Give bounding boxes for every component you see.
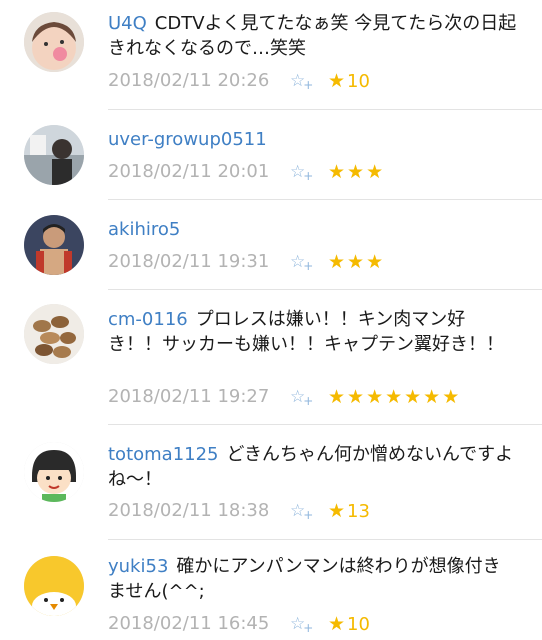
star-count: 10 — [347, 71, 370, 92]
star-icon: ★★★★★★★ — [328, 386, 462, 408]
star-rating: ★★★ — [328, 161, 385, 183]
comment-item: totoma1125 どきんちゃん何か憎めないんですよね〜！ 2018/02/11… — [0, 425, 542, 540]
username-link[interactable]: cm-0116 — [108, 309, 188, 330]
timestamp: 2018/02/11 20:01 — [108, 161, 270, 182]
username-link[interactable]: totoma1125 — [108, 444, 219, 465]
timestamp: 2018/02/11 19:27 — [108, 386, 270, 407]
comment-meta: 2018/02/11 20:26 ☆+ ★10 — [108, 70, 370, 92]
username-link[interactable]: U4Q — [108, 13, 147, 34]
star-icon: ★ — [328, 500, 348, 522]
comment-item: uver-growup0511 2018/02/11 20:01 ☆+ ★★★ — [0, 110, 542, 200]
comment-text-block: U4Q CDTVよく見てたなぁ笑 今見てたら次の日起きれなくなるので…笑笑 — [108, 11, 518, 61]
comment-text-block: totoma1125 どきんちゃん何か憎めないんですよね〜！ — [108, 442, 518, 492]
avatar[interactable] — [24, 215, 84, 275]
comment-item: yuki53 確かにアンパンマンは終わりが想像付きません(^^; 2018/02/… — [0, 540, 542, 640]
add-star-icon[interactable]: ☆+ — [290, 500, 316, 522]
comment-item: U4Q CDTVよく見てたなぁ笑 今見てたら次の日起きれなくなるので…笑笑 201… — [0, 0, 542, 110]
avatar[interactable] — [24, 442, 84, 502]
comment-item: akihiro5 2018/02/11 19:31 ☆+ ★★★ — [0, 200, 542, 290]
comment-text-block: cm-0116 プロレスは嫌い！！キン肉マン好き！！サッカーも嫌い！！キャプテン翼… — [108, 307, 518, 357]
star-rating: ★10 — [328, 613, 370, 635]
comment-meta: 2018/02/11 20:01 ☆+ ★★★ — [108, 161, 383, 183]
comment-meta: 2018/02/11 19:27 ☆+ ★★★★★★★ — [108, 386, 459, 408]
timestamp: 2018/02/11 20:26 — [108, 70, 270, 91]
comment-meta: 2018/02/11 19:31 ☆+ ★★★ — [108, 251, 383, 273]
avatar[interactable] — [24, 304, 84, 364]
add-star-icon[interactable]: ☆+ — [290, 70, 316, 92]
add-star-icon[interactable]: ☆+ — [290, 251, 316, 273]
avatar[interactable] — [24, 125, 84, 185]
star-count: 10 — [347, 614, 370, 635]
star-icon: ★★★ — [328, 251, 386, 273]
star-rating: ★★★★★★★ — [328, 386, 461, 408]
comment-meta: 2018/02/11 16:45 ☆+ ★10 — [108, 613, 370, 635]
username-link[interactable]: akihiro5 — [108, 219, 180, 240]
star-icon: ★ — [328, 613, 348, 635]
comment-meta: 2018/02/11 18:38 ☆+ ★13 — [108, 500, 370, 522]
username-link[interactable]: yuki53 — [108, 556, 168, 577]
star-rating: ★★★ — [328, 251, 385, 273]
timestamp: 2018/02/11 19:31 — [108, 251, 270, 272]
avatar[interactable] — [24, 12, 84, 72]
comment-text: CDTVよく見てたなぁ笑 今見てたら次の日起きれなくなるので…笑笑 — [108, 13, 517, 59]
comment-text-block: uver-growup0511 — [108, 127, 518, 152]
add-star-icon[interactable]: ☆+ — [290, 613, 316, 635]
star-icon: ★ — [328, 70, 348, 92]
star-rating: ★10 — [328, 70, 370, 92]
star-count: 13 — [347, 501, 370, 522]
add-star-icon[interactable]: ☆+ — [290, 161, 316, 183]
star-icon: ★★★ — [328, 161, 386, 183]
avatar[interactable] — [24, 556, 84, 616]
timestamp: 2018/02/11 18:38 — [108, 500, 270, 521]
comment-item: cm-0116 プロレスは嫌い！！キン肉マン好き！！サッカーも嫌い！！キャプテン翼… — [0, 290, 542, 425]
add-star-icon[interactable]: ☆+ — [290, 386, 316, 408]
comment-text-block: yuki53 確かにアンパンマンは終わりが想像付きません(^^; — [108, 554, 518, 604]
timestamp: 2018/02/11 16:45 — [108, 613, 270, 634]
star-rating: ★13 — [328, 500, 370, 522]
username-link[interactable]: uver-growup0511 — [108, 129, 267, 150]
comment-text-block: akihiro5 — [108, 217, 518, 242]
